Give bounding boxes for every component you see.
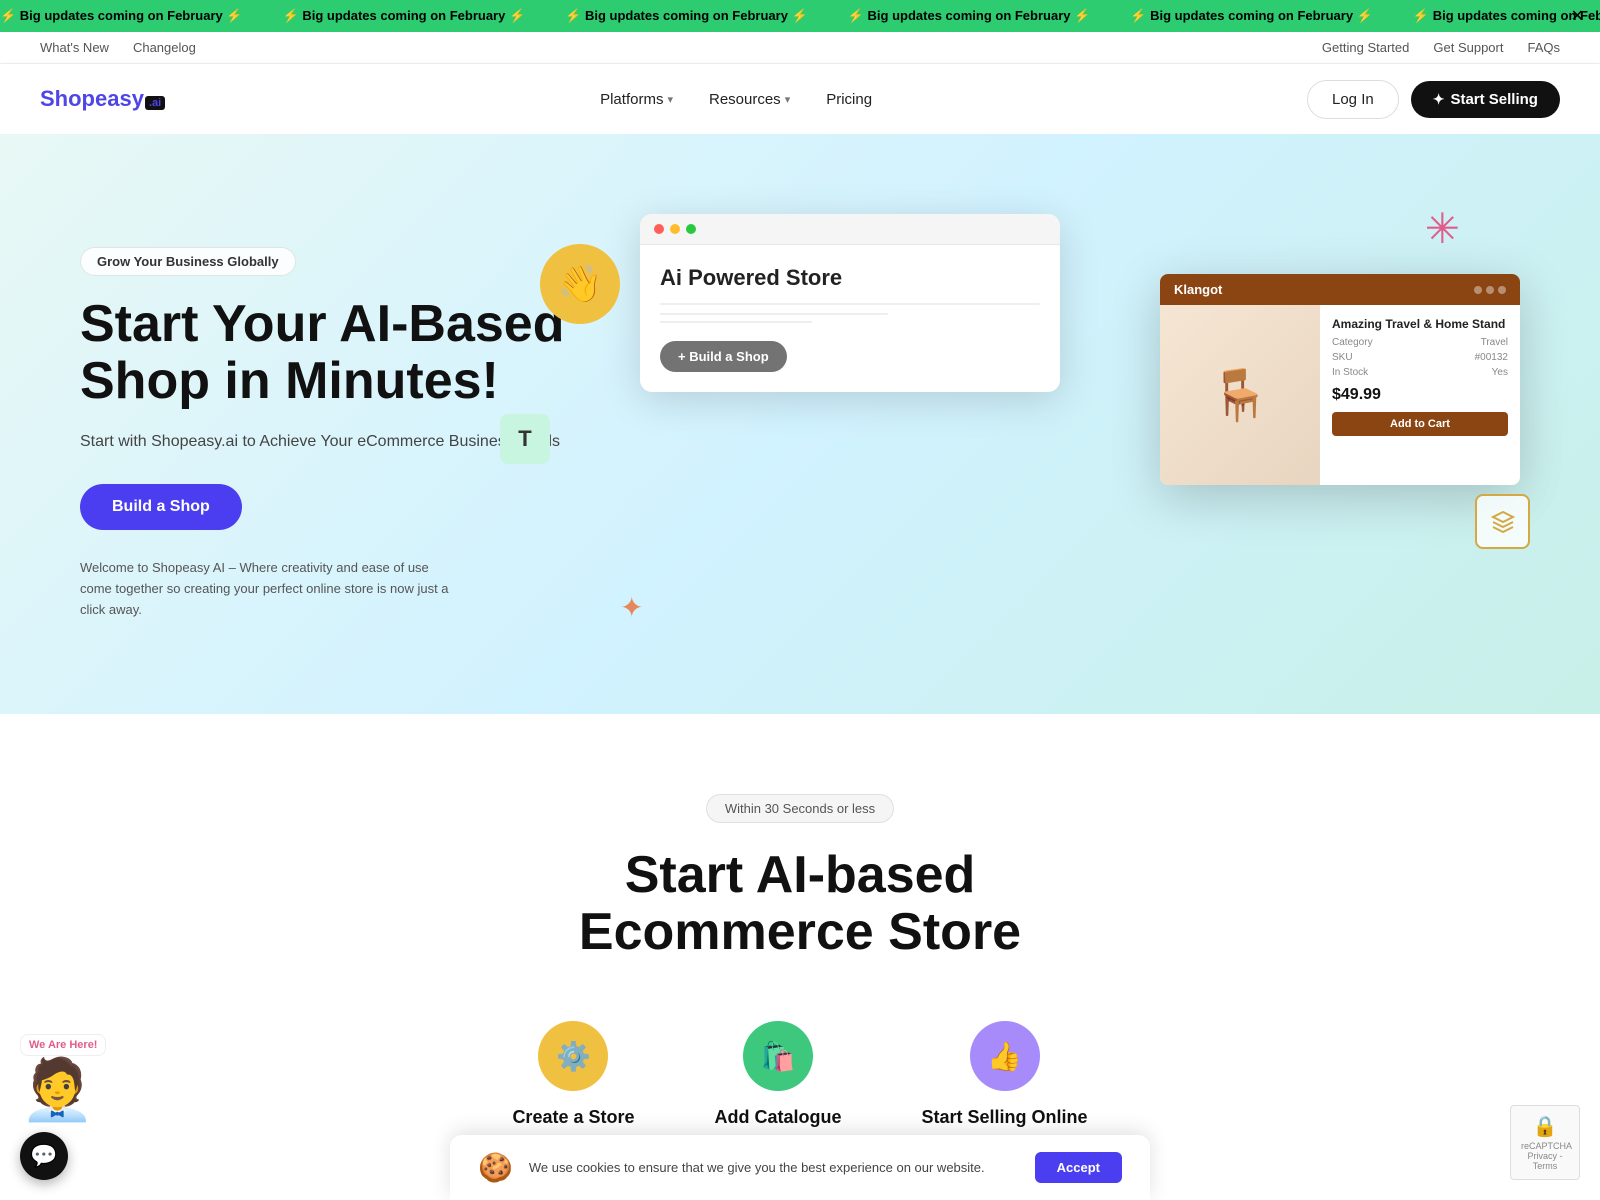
top-nav: What's New Changelog Getting Started Get… (0, 32, 1600, 64)
announcement-marquee: ⚡ Big updates coming on February ⚡ ⚡ Big… (0, 8, 1600, 24)
create-store-icon: ⚙️ (538, 1021, 608, 1091)
browser-bar (640, 214, 1060, 245)
store-header: Klangot (1160, 274, 1520, 305)
start-selling-icon: 👍 (970, 1021, 1040, 1091)
product-row-1: CategoryTravel (1332, 337, 1508, 348)
feature-create-store: ⚙️ Create a Store (512, 1021, 634, 1128)
whats-new-link[interactable]: What's New (40, 40, 109, 55)
top-nav-right: Getting Started Get Support FAQs (1322, 40, 1560, 55)
logo[interactable]: Shopeasy.ai (40, 86, 165, 112)
browser-dot-yellow (670, 224, 680, 234)
start-selling-online-label: Start Selling Online (922, 1107, 1088, 1128)
add-to-cart-button[interactable]: Add to Cart (1332, 412, 1508, 436)
mock-store-window: Klangot 🪑 Amazing Travel & Home Stand Ca… (1160, 274, 1520, 485)
add-catalogue-label: Add Catalogue (715, 1107, 842, 1128)
announcement-bar: ⚡ Big updates coming on February ⚡ ⚡ Big… (0, 0, 1600, 32)
nav-dot-3 (1498, 286, 1506, 294)
section-2: Within 30 Seconds or less Start AI-based… (0, 714, 1600, 1188)
announcement-text-4: ⚡ Big updates coming on February ⚡ (848, 8, 1091, 24)
mock-divider-3 (660, 321, 812, 323)
star-icon: ✦ (1433, 91, 1445, 108)
feature-add-catalogue: 🛍️ Add Catalogue (715, 1021, 842, 1128)
getting-started-link[interactable]: Getting Started (1322, 40, 1409, 55)
faqs-link[interactable]: FAQs (1527, 40, 1560, 55)
store-nav-dots (1474, 286, 1506, 294)
nav-dot-1 (1474, 286, 1482, 294)
cookie-accept-button[interactable]: Accept (1035, 1152, 1122, 1183)
pricing-nav-link[interactable]: Pricing (812, 83, 886, 116)
top-nav-left: What's New Changelog (40, 40, 196, 55)
platforms-nav-link[interactable]: Platforms ▾ (586, 83, 687, 116)
chat-bubble-button[interactable]: 💬 (20, 1132, 68, 1180)
recaptcha-badge: 🔒 reCAPTCHA Privacy - Terms (1510, 1105, 1580, 1180)
product-details: Amazing Travel & Home Stand CategoryTrav… (1320, 305, 1520, 485)
start-selling-button[interactable]: ✦ Start Selling (1411, 81, 1560, 118)
announcement-text-1: ⚡ Big updates coming on February ⚡ (0, 8, 243, 24)
mascot-figure: 🧑‍💼 (20, 1060, 106, 1120)
features-row: ⚙️ Create a Store 🛍️ Add Catalogue 👍 Sta… (40, 1021, 1560, 1128)
recaptcha-logo-icon: 🔒 (1521, 1114, 1569, 1139)
start-selling-label: Start Selling (1450, 91, 1538, 108)
product-image: 🪑 (1160, 305, 1320, 485)
login-button[interactable]: Log In (1307, 80, 1399, 119)
platforms-label: Platforms (600, 91, 663, 108)
cookie-banner: 🍪 We use cookies to ensure that we give … (450, 1135, 1150, 1200)
orange-star-icon: ✦ (620, 591, 643, 624)
browser-dot-green (686, 224, 696, 234)
resources-label: Resources (709, 91, 781, 108)
hero-badge: Grow Your Business Globally (80, 247, 296, 276)
product-row-3: In StockYes (1332, 367, 1508, 378)
resources-nav-link[interactable]: Resources ▾ (695, 83, 804, 116)
changelog-link[interactable]: Changelog (133, 40, 196, 55)
ai-powered-title: Ai Powered Store (660, 265, 1040, 291)
cookie-icon: 🍪 (478, 1151, 513, 1184)
get-support-link[interactable]: Get Support (1433, 40, 1503, 55)
nav-dot-2 (1486, 286, 1494, 294)
mascot-bubble: We Are Here! (20, 1034, 106, 1056)
store-body: 🪑 Amazing Travel & Home Stand CategoryTr… (1160, 305, 1520, 485)
layers-icon (1475, 494, 1530, 549)
product-row-2: SKU#00132 (1332, 352, 1508, 363)
announcement-close-button[interactable]: ✕ (1571, 6, 1584, 26)
browser-dot-red (654, 224, 664, 234)
recaptcha-label: reCAPTCHA (1521, 1141, 1569, 1151)
wave-emoji-icon: 👋 (540, 244, 620, 324)
mock-divider-1 (660, 303, 1040, 305)
store-brand: Klangot (1174, 282, 1222, 297)
recaptcha-sub: Privacy - Terms (1521, 1151, 1569, 1171)
build-shop-button[interactable]: Build a Shop (80, 484, 242, 530)
pink-star-icon: ✳ (1425, 204, 1460, 253)
feature-start-selling: 👍 Start Selling Online (922, 1021, 1088, 1128)
create-store-label: Create a Store (512, 1107, 634, 1128)
resources-chevron-icon: ▾ (785, 93, 791, 106)
pricing-label: Pricing (826, 91, 872, 108)
product-price: $49.99 (1332, 386, 1508, 404)
nav-actions: Log In ✦ Start Selling (1307, 80, 1560, 119)
announcement-text-3: ⚡ Big updates coming on February ⚡ (565, 8, 808, 24)
logo-ai-badge: .ai (145, 96, 165, 110)
platforms-chevron-icon: ▾ (667, 93, 673, 106)
hero-right: 👋 T ✳ ✦ Ai Powered Store (600, 214, 1520, 654)
nav-links: Platforms ▾ Resources ▾ Pricing (586, 83, 886, 116)
browser-content: Ai Powered Store + Build a Shop (640, 245, 1060, 392)
hero-description: Welcome to Shopeasy AI – Where creativit… (80, 558, 460, 620)
mock-build-btn[interactable]: + Build a Shop (660, 341, 787, 372)
hero-section: Grow Your Business Globally Start Your A… (0, 134, 1600, 714)
logo-text: Shopeasy (40, 86, 144, 111)
announcement-text-5: ⚡ Big updates coming on February ⚡ (1130, 8, 1373, 24)
main-nav: Shopeasy.ai Platforms ▾ Resources ▾ Pric… (0, 64, 1600, 134)
hero-title: Start Your AI-Based Shop in Minutes! (80, 296, 600, 410)
cookie-text: We use cookies to ensure that we give yo… (529, 1160, 1019, 1175)
product-title: Amazing Travel & Home Stand (1332, 317, 1508, 331)
mascot-container: We Are Here! 🧑‍💼 (20, 1034, 106, 1120)
mock-divider-2 (660, 313, 888, 315)
t-icon: T (500, 414, 550, 464)
add-catalogue-icon: 🛍️ (743, 1021, 813, 1091)
announcement-text-2: ⚡ Big updates coming on February ⚡ (283, 8, 526, 24)
section-badge: Within 30 Seconds or less (706, 794, 894, 823)
mock-browser-window: Ai Powered Store + Build a Shop (640, 214, 1060, 392)
section-title: Start AI-based Ecommerce Store (40, 847, 1560, 961)
